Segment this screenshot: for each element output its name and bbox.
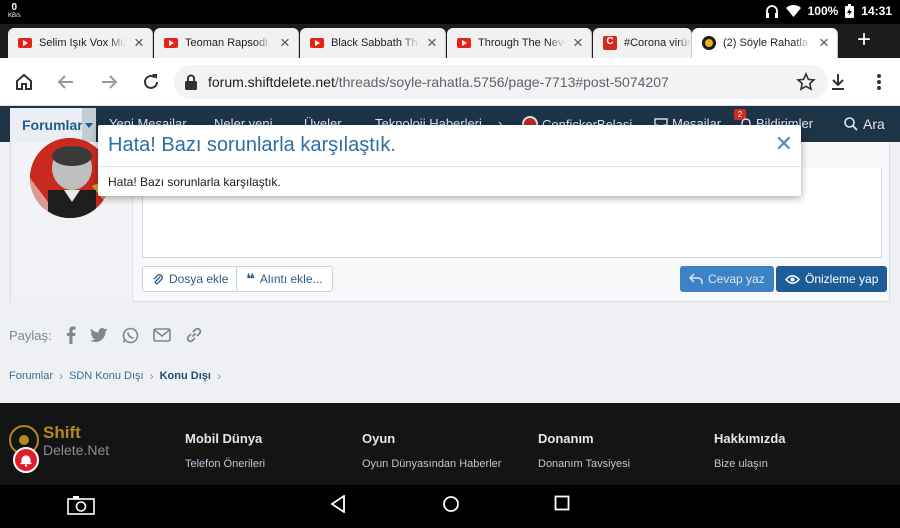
home-icon <box>16 73 32 90</box>
browser-tab[interactable]: Black Sabbath The Thrill × <box>300 28 446 58</box>
lock-icon <box>184 74 198 95</box>
close-tab-icon[interactable]: × <box>126 33 152 53</box>
address-bar[interactable]: forum.shiftdelete.net/threads/soyle-raha… <box>174 65 828 99</box>
network-speed: 0 KB/s <box>8 2 21 20</box>
share-row: Paylaş: <box>9 326 203 344</box>
url-text: forum.shiftdelete.net/threads/soyle-raha… <box>208 74 669 90</box>
footer-col-about: Hakkımızda Bize ulaşın <box>714 431 786 470</box>
battery-charging-icon <box>845 4 855 18</box>
tab-strip: Selim Işık Vox Müzik × Teoman Rapsodi İs… <box>0 24 900 58</box>
dialog-divider <box>98 166 801 167</box>
youtube-icon <box>164 38 178 48</box>
email-icon[interactable] <box>152 328 171 342</box>
twitter-icon[interactable] <box>89 327 108 343</box>
reload-icon <box>144 74 158 89</box>
clock: 14:31 <box>861 4 892 18</box>
attach-file-button[interactable]: Dosya ekle <box>142 266 239 292</box>
search-icon <box>844 117 858 131</box>
chevron-right-icon: › <box>59 369 64 383</box>
download-button[interactable] <box>824 68 852 96</box>
preview-button[interactable]: Önizleme yap <box>776 266 888 292</box>
share-label: Paylaş: <box>9 327 52 343</box>
recents-square-icon[interactable] <box>554 495 570 516</box>
youtube-icon <box>457 38 471 48</box>
breadcrumb-item[interactable]: SDN Konu Dışı <box>69 370 144 382</box>
footer-col-games: Oyun Oyun Dünyasından Haberler <box>362 431 502 470</box>
footer-link[interactable]: Oyun Dünyasından Haberler <box>362 458 501 470</box>
home-button[interactable] <box>10 68 38 96</box>
reply-arrow-icon <box>689 273 703 284</box>
android-nav-bar <box>0 485 900 528</box>
error-dialog: Hata! Bazı sorunlarla karşılaştık. ✕ Hat… <box>98 125 801 196</box>
dialog-message: Hata! Bazı sorunlarla karşılaştık. <box>108 175 281 189</box>
chevron-down-icon[interactable] <box>82 108 96 142</box>
arrow-right-icon <box>102 75 118 89</box>
close-tab-icon[interactable]: × <box>565 33 591 53</box>
eye-icon <box>785 274 800 284</box>
browser-tab[interactable]: Through The Never - Metallica × <box>447 28 592 58</box>
insert-quote-button[interactable]: ❝ Alıntı ekle... <box>236 266 333 292</box>
breadcrumb: Forumlar › SDN Konu Dışı › Konu Dışı › <box>9 369 221 383</box>
footer-link[interactable]: Donanım Tavsiyesi <box>538 458 630 470</box>
close-icon[interactable]: ✕ <box>775 133 793 155</box>
youtube-icon <box>18 38 32 48</box>
browser-tab[interactable]: Teoman Rapsodi İstanbul × <box>154 28 299 58</box>
browser-tab[interactable]: Selim Işık Vox Müzik × <box>8 28 153 58</box>
close-tab-icon[interactable]: × <box>811 33 837 53</box>
footer-col-mobile: Mobil Dünya Telefon Önerileri <box>185 431 266 470</box>
footer-link[interactable]: Bize ulaşın <box>714 458 786 470</box>
quote-icon: ❝ <box>246 271 255 288</box>
browser-toolbar: forum.shiftdelete.net/threads/soyle-raha… <box>0 58 900 106</box>
dialog-title: Hata! Bazı sorunlarla karşılaştık. <box>108 134 396 156</box>
push-notification-bell-button[interactable] <box>13 447 39 473</box>
nav-search[interactable]: Ara <box>844 116 885 132</box>
nav-tab-forums[interactable]: Forumlar <box>10 108 96 142</box>
facebook-icon[interactable] <box>66 326 76 344</box>
reload-button[interactable] <box>137 68 165 96</box>
download-icon <box>832 74 844 90</box>
camera-icon[interactable] <box>67 495 95 520</box>
site-footer: Shift Delete.Net Mobil Dünya Telefon Öne… <box>0 403 900 485</box>
kebab-menu-icon <box>877 74 881 90</box>
chevron-right-icon: › <box>216 369 221 383</box>
wifi-icon <box>785 5 801 17</box>
browser-tab[interactable]: C #Corona virüs testi <box>593 28 692 58</box>
forward-button[interactable] <box>95 68 123 96</box>
back-button[interactable] <box>52 68 80 96</box>
chevron-right-icon: › <box>149 369 154 383</box>
link-icon[interactable] <box>185 326 203 344</box>
close-tab-icon[interactable]: × <box>419 33 445 53</box>
breadcrumb-item[interactable]: Forumlar <box>9 370 53 382</box>
c-icon: C <box>603 36 617 50</box>
paperclip-icon <box>153 273 163 284</box>
arrow-left-icon <box>57 75 73 89</box>
post-reply-button[interactable]: Cevap yaz <box>680 266 774 292</box>
whatsapp-icon[interactable] <box>122 327 139 344</box>
battery-percent: 100% <box>807 4 839 18</box>
status-bar: 0 KB/s 100% 14:31 <box>0 0 900 24</box>
youtube-icon <box>310 38 324 48</box>
back-triangle-icon[interactable] <box>330 494 346 518</box>
overflow-menu-button[interactable] <box>865 68 893 96</box>
breadcrumb-item[interactable]: Konu Dışı <box>160 370 211 382</box>
headphones-icon <box>765 4 779 18</box>
shiftdelete-icon <box>702 36 716 50</box>
new-tab-button[interactable]: + <box>852 28 876 54</box>
bell-icon <box>20 454 32 467</box>
footer-link[interactable]: Telefon Önerileri <box>185 458 265 470</box>
home-circle-icon[interactable] <box>442 495 460 518</box>
close-tab-icon[interactable]: × <box>272 33 298 53</box>
footer-col-hardware: Donanım Donanım Tavsiyesi <box>538 431 631 470</box>
browser-tab-active[interactable]: (2) Söyle Rahatla | ShiftDelete × <box>692 28 838 58</box>
bookmark-star-icon[interactable] <box>796 72 816 97</box>
